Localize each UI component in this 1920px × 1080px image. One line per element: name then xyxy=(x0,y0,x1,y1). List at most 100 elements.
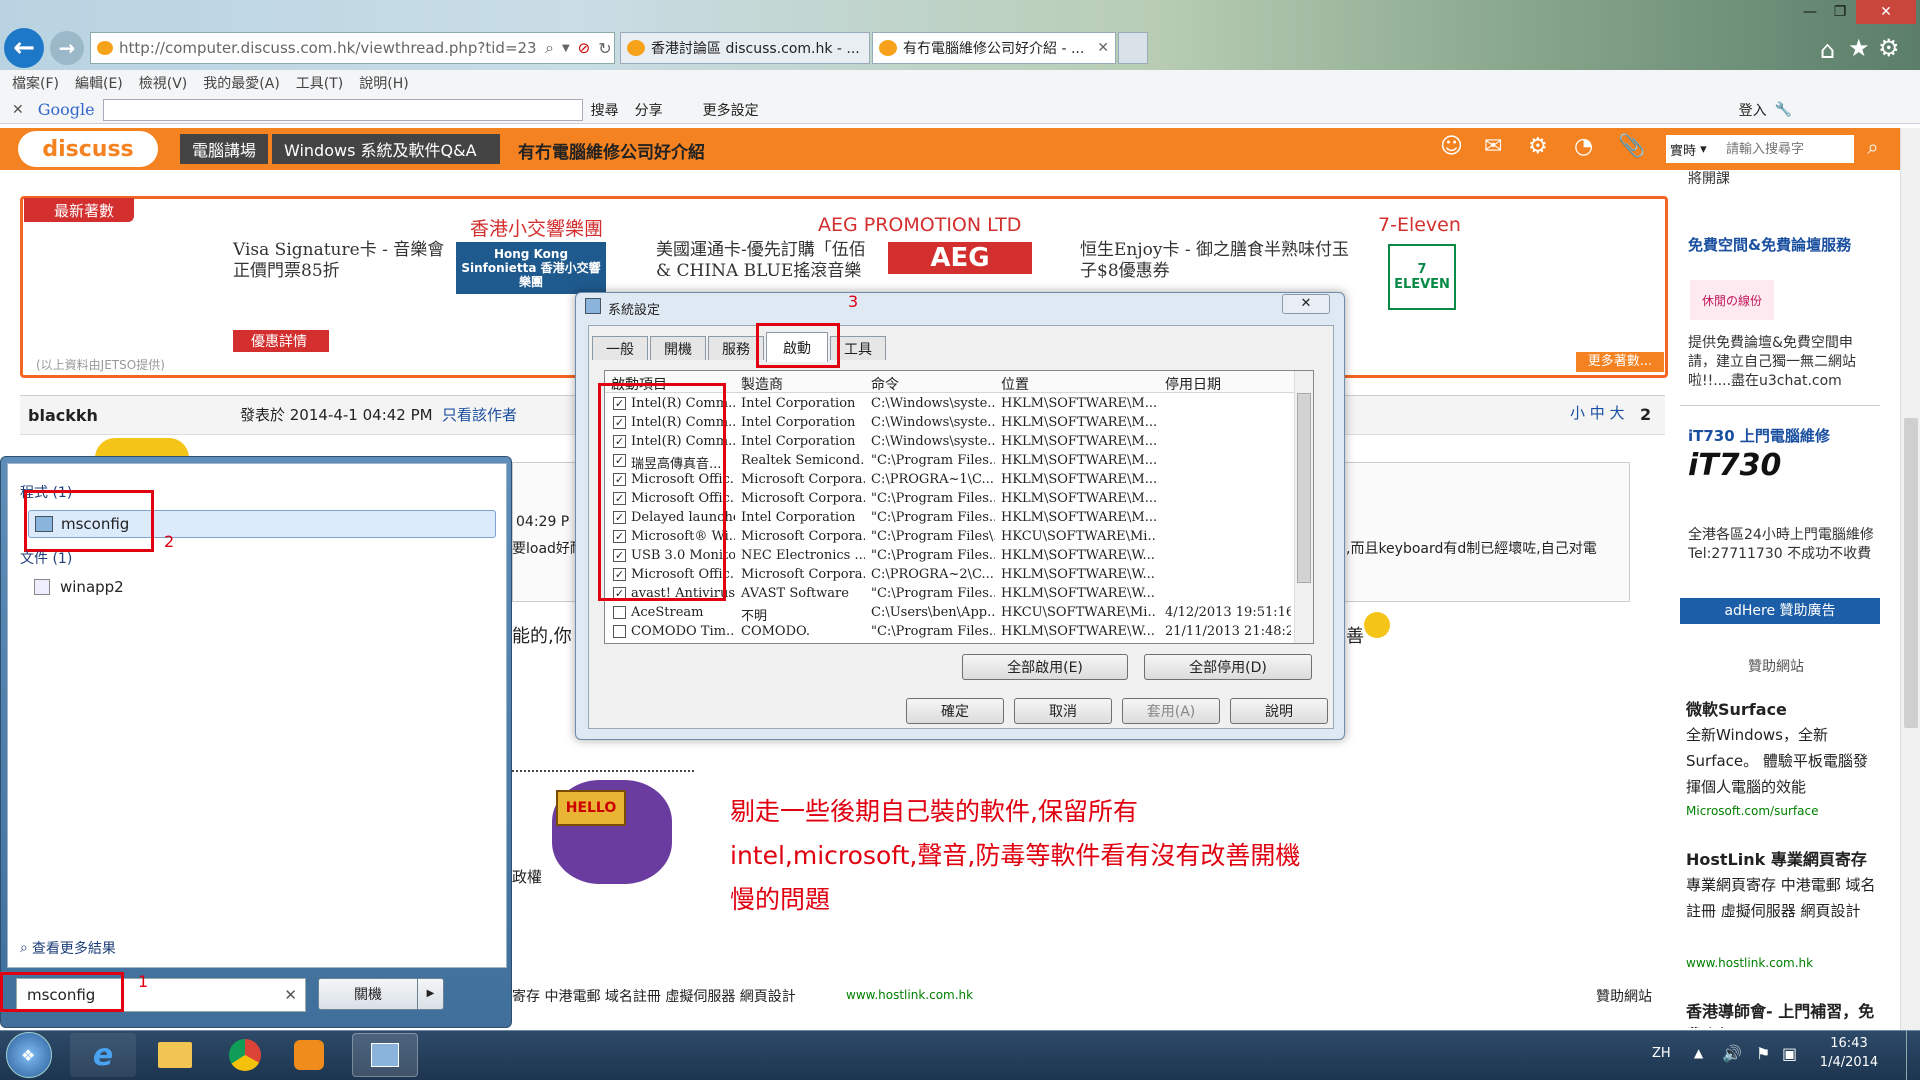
promo-more-link[interactable]: 更多著數... xyxy=(1576,352,1664,372)
menu-favorites[interactable]: 我的最愛(A) xyxy=(203,73,280,93)
clock[interactable]: 16:43 1/4/2014 xyxy=(1814,1036,1884,1070)
clear-search-icon[interactable]: ✕ xyxy=(284,986,297,1004)
signin-link[interactable]: 登入 xyxy=(1739,100,1767,120)
sidebar-top-text[interactable]: 將開課 xyxy=(1688,170,1730,189)
startup-row[interactable]: AceStream 不明 C:\Users\ben\App... HKCU\SOFTW… xyxy=(605,603,1295,624)
more-settings-button[interactable]: 更多設定 xyxy=(703,100,759,120)
footer-ad-url[interactable]: www.hostlink.com.hk xyxy=(846,988,973,1002)
col-header-command[interactable]: 命令 xyxy=(871,374,899,394)
site-search-input[interactable] xyxy=(1722,135,1854,163)
startup-row[interactable]: COMODO Tim... COMODO. "C:\Program Files...… xyxy=(605,622,1295,641)
page-scrollbar[interactable] xyxy=(1900,128,1920,1030)
close-tab-icon[interactable]: ✕ xyxy=(1097,40,1109,56)
menu-view[interactable]: 檢視(V) xyxy=(139,73,188,93)
user-icon[interactable]: ☺ xyxy=(1440,134,1463,159)
only-author-link[interactable]: 只看該作者 xyxy=(442,404,517,425)
menu-edit[interactable]: 編輯(E) xyxy=(75,73,123,93)
favorites-star-icon[interactable]: ★ xyxy=(1848,34,1870,62)
promo-brand-1[interactable]: 香港小交響樂團 xyxy=(470,214,603,241)
network-icon[interactable]: ▣ xyxy=(1782,1044,1797,1063)
footer-ad-text[interactable]: 寄存 中港電郵 域名註冊 虛擬伺服器 網頁設計 xyxy=(512,986,796,1006)
discuss-logo[interactable]: discuss xyxy=(18,131,158,167)
sidebar-text-u3chat[interactable]: 提供免費論壇&免費空間申請，建立自己獨一無二網站啦!!....盡在u3chat.… xyxy=(1688,334,1878,391)
ad-url-surface[interactable]: Microsoft.com/surface xyxy=(1686,804,1818,818)
adhere-banner[interactable]: adHere 贊助廣告 xyxy=(1680,598,1880,624)
search-icon[interactable]: ⌕ xyxy=(545,38,554,58)
crumb-computer[interactable]: 電腦講場 xyxy=(180,134,269,164)
chevron-down-icon[interactable]: ▼ xyxy=(562,43,570,54)
ad-text-surface[interactable]: 全新Windows，全新Surface。 體驗平板電腦發揮個人電腦的效能 xyxy=(1686,722,1878,800)
gear-icon[interactable]: ⚙ xyxy=(1878,34,1900,62)
post-author[interactable]: blackkh xyxy=(28,406,98,425)
mail-icon[interactable]: ✉ xyxy=(1484,134,1502,159)
disable-all-button[interactable]: 全部停用(D) xyxy=(1144,654,1312,680)
search-scope-select[interactable]: 實時 ▾ xyxy=(1666,135,1722,163)
ad-title-surface[interactable]: 微軟Surface xyxy=(1686,696,1878,720)
col-header-location[interactable]: 位置 xyxy=(1001,374,1029,394)
shutdown-options-arrow-icon[interactable]: ▶ xyxy=(417,979,443,1009)
taskbar-explorer[interactable] xyxy=(142,1033,208,1077)
startup-checkbox[interactable] xyxy=(613,606,626,619)
menu-tools[interactable]: 工具(T) xyxy=(296,73,343,93)
help-button[interactable]: 說明 xyxy=(1230,698,1328,724)
google-search-button[interactable]: 搜尋 xyxy=(591,100,619,120)
ad-text-hostlink[interactable]: 專業網頁寄存 中港電郵 域名註冊 虛擬伺服器 網頁設計 xyxy=(1686,872,1878,924)
share-button[interactable]: 分享 xyxy=(635,100,663,120)
volume-icon[interactable]: 🔊 xyxy=(1722,1044,1742,1063)
seven-eleven-logo[interactable]: 7 ELEVEN xyxy=(1388,244,1456,310)
see-more-results-link[interactable]: ⌕ 查看更多結果 xyxy=(20,938,116,958)
aeg-logo[interactable]: AEG xyxy=(888,242,1032,274)
input-language[interactable]: ZH xyxy=(1652,1046,1671,1061)
action-center-flag-icon[interactable]: ⚑ xyxy=(1756,1044,1770,1063)
start-result-winapp2[interactable]: winapp2 xyxy=(34,578,124,596)
sidebar-title-it730[interactable]: iT730 上門電腦維修 xyxy=(1688,425,1878,446)
startup-list-scrollbar[interactable] xyxy=(1294,371,1313,643)
shutdown-button[interactable]: 關機 ▶ xyxy=(318,978,444,1010)
taskbar-chrome[interactable] xyxy=(212,1033,278,1077)
startup-checkbox[interactable] xyxy=(613,625,626,638)
col-header-date[interactable]: 停用日期 xyxy=(1165,374,1221,394)
ad-title-tutor[interactable]: 香港導師會- 上門補習，免費介紹 xyxy=(1686,998,1878,1028)
crumb-windows-qa[interactable]: Windows 系統及軟件Q&A xyxy=(272,134,500,164)
maximize-button[interactable]: ❐ xyxy=(1820,0,1860,24)
refresh-icon[interactable]: ↻ xyxy=(598,39,611,58)
attachment-icon[interactable]: 📎 xyxy=(1618,134,1645,159)
cancel-button[interactable]: 取消 xyxy=(1014,698,1112,724)
start-button[interactable]: ❖ xyxy=(6,1032,52,1078)
taskbar-ie[interactable]: e xyxy=(70,1033,136,1077)
ok-button[interactable]: 確定 xyxy=(906,698,1004,724)
promo-text-3[interactable]: 恒生Enjoy卡 - 御之膳食半熟味付玉子$8優惠券 xyxy=(1080,240,1350,282)
close-toolbar-icon[interactable]: ✕ xyxy=(12,102,24,118)
avatar[interactable] xyxy=(95,438,189,458)
it730-logo[interactable]: iT730 xyxy=(1688,448,1781,500)
forward-button[interactable]: → xyxy=(50,31,84,65)
tray-expand-icon[interactable]: ▲ xyxy=(1694,1046,1703,1060)
menu-help[interactable]: 說明(H) xyxy=(359,73,408,93)
tab-active-thread[interactable]: 有冇電腦維修公司好介紹 - ... ✕ xyxy=(872,32,1116,64)
site-search-icon[interactable]: ⌕ xyxy=(1856,135,1890,163)
apply-button[interactable]: 套用(A) xyxy=(1122,698,1220,724)
dialog-close-button[interactable]: ✕ xyxy=(1282,294,1330,314)
promo-detail-button[interactable]: 優惠詳情 xyxy=(233,330,329,352)
tab-discuss-home[interactable]: 香港討論區 discuss.com.hk - ... xyxy=(620,32,870,64)
ad-url-hostlink[interactable]: www.hostlink.com.hk xyxy=(1686,956,1813,970)
sidebar-text-it730[interactable]: 全港各區24小時上門電腦維修 Tel:27711730 不成功不收費 xyxy=(1688,526,1878,564)
promo-brand-3[interactable]: 7-Eleven xyxy=(1378,214,1461,236)
google-search-input[interactable] xyxy=(102,98,583,121)
scrollbar-thumb[interactable] xyxy=(1904,418,1918,728)
home-icon[interactable]: ⌂ xyxy=(1820,36,1835,64)
menu-file[interactable]: 檔案(F) xyxy=(12,73,59,93)
tab-boot[interactable]: 開機 xyxy=(650,336,706,360)
address-bar[interactable]: http://computer.discuss.com.hk/viewthrea… xyxy=(90,32,615,64)
tab-general[interactable]: 一般 xyxy=(592,336,648,360)
col-header-maker[interactable]: 製造商 xyxy=(741,374,783,394)
close-window-button[interactable]: ✕ xyxy=(1856,0,1916,24)
promo-brand-2[interactable]: AEG PROMOTION LTD xyxy=(818,214,1021,236)
u3chat-logo[interactable]: 休閒の線份 xyxy=(1690,280,1774,320)
address-text[interactable]: http://computer.discuss.com.hk/viewthrea… xyxy=(119,39,539,57)
sidebar-title-u3chat[interactable]: 免費空間&免費論壇服務 xyxy=(1688,234,1878,255)
promo-text-2[interactable]: 美國運通卡-優先訂購「伍佰& CHINA BLUE搖滾音樂會」門票 xyxy=(656,240,876,282)
rss-icon[interactable]: ◔ xyxy=(1574,134,1593,159)
taskbar-msconfig[interactable] xyxy=(352,1033,418,1077)
back-button[interactable]: ← xyxy=(4,28,44,68)
